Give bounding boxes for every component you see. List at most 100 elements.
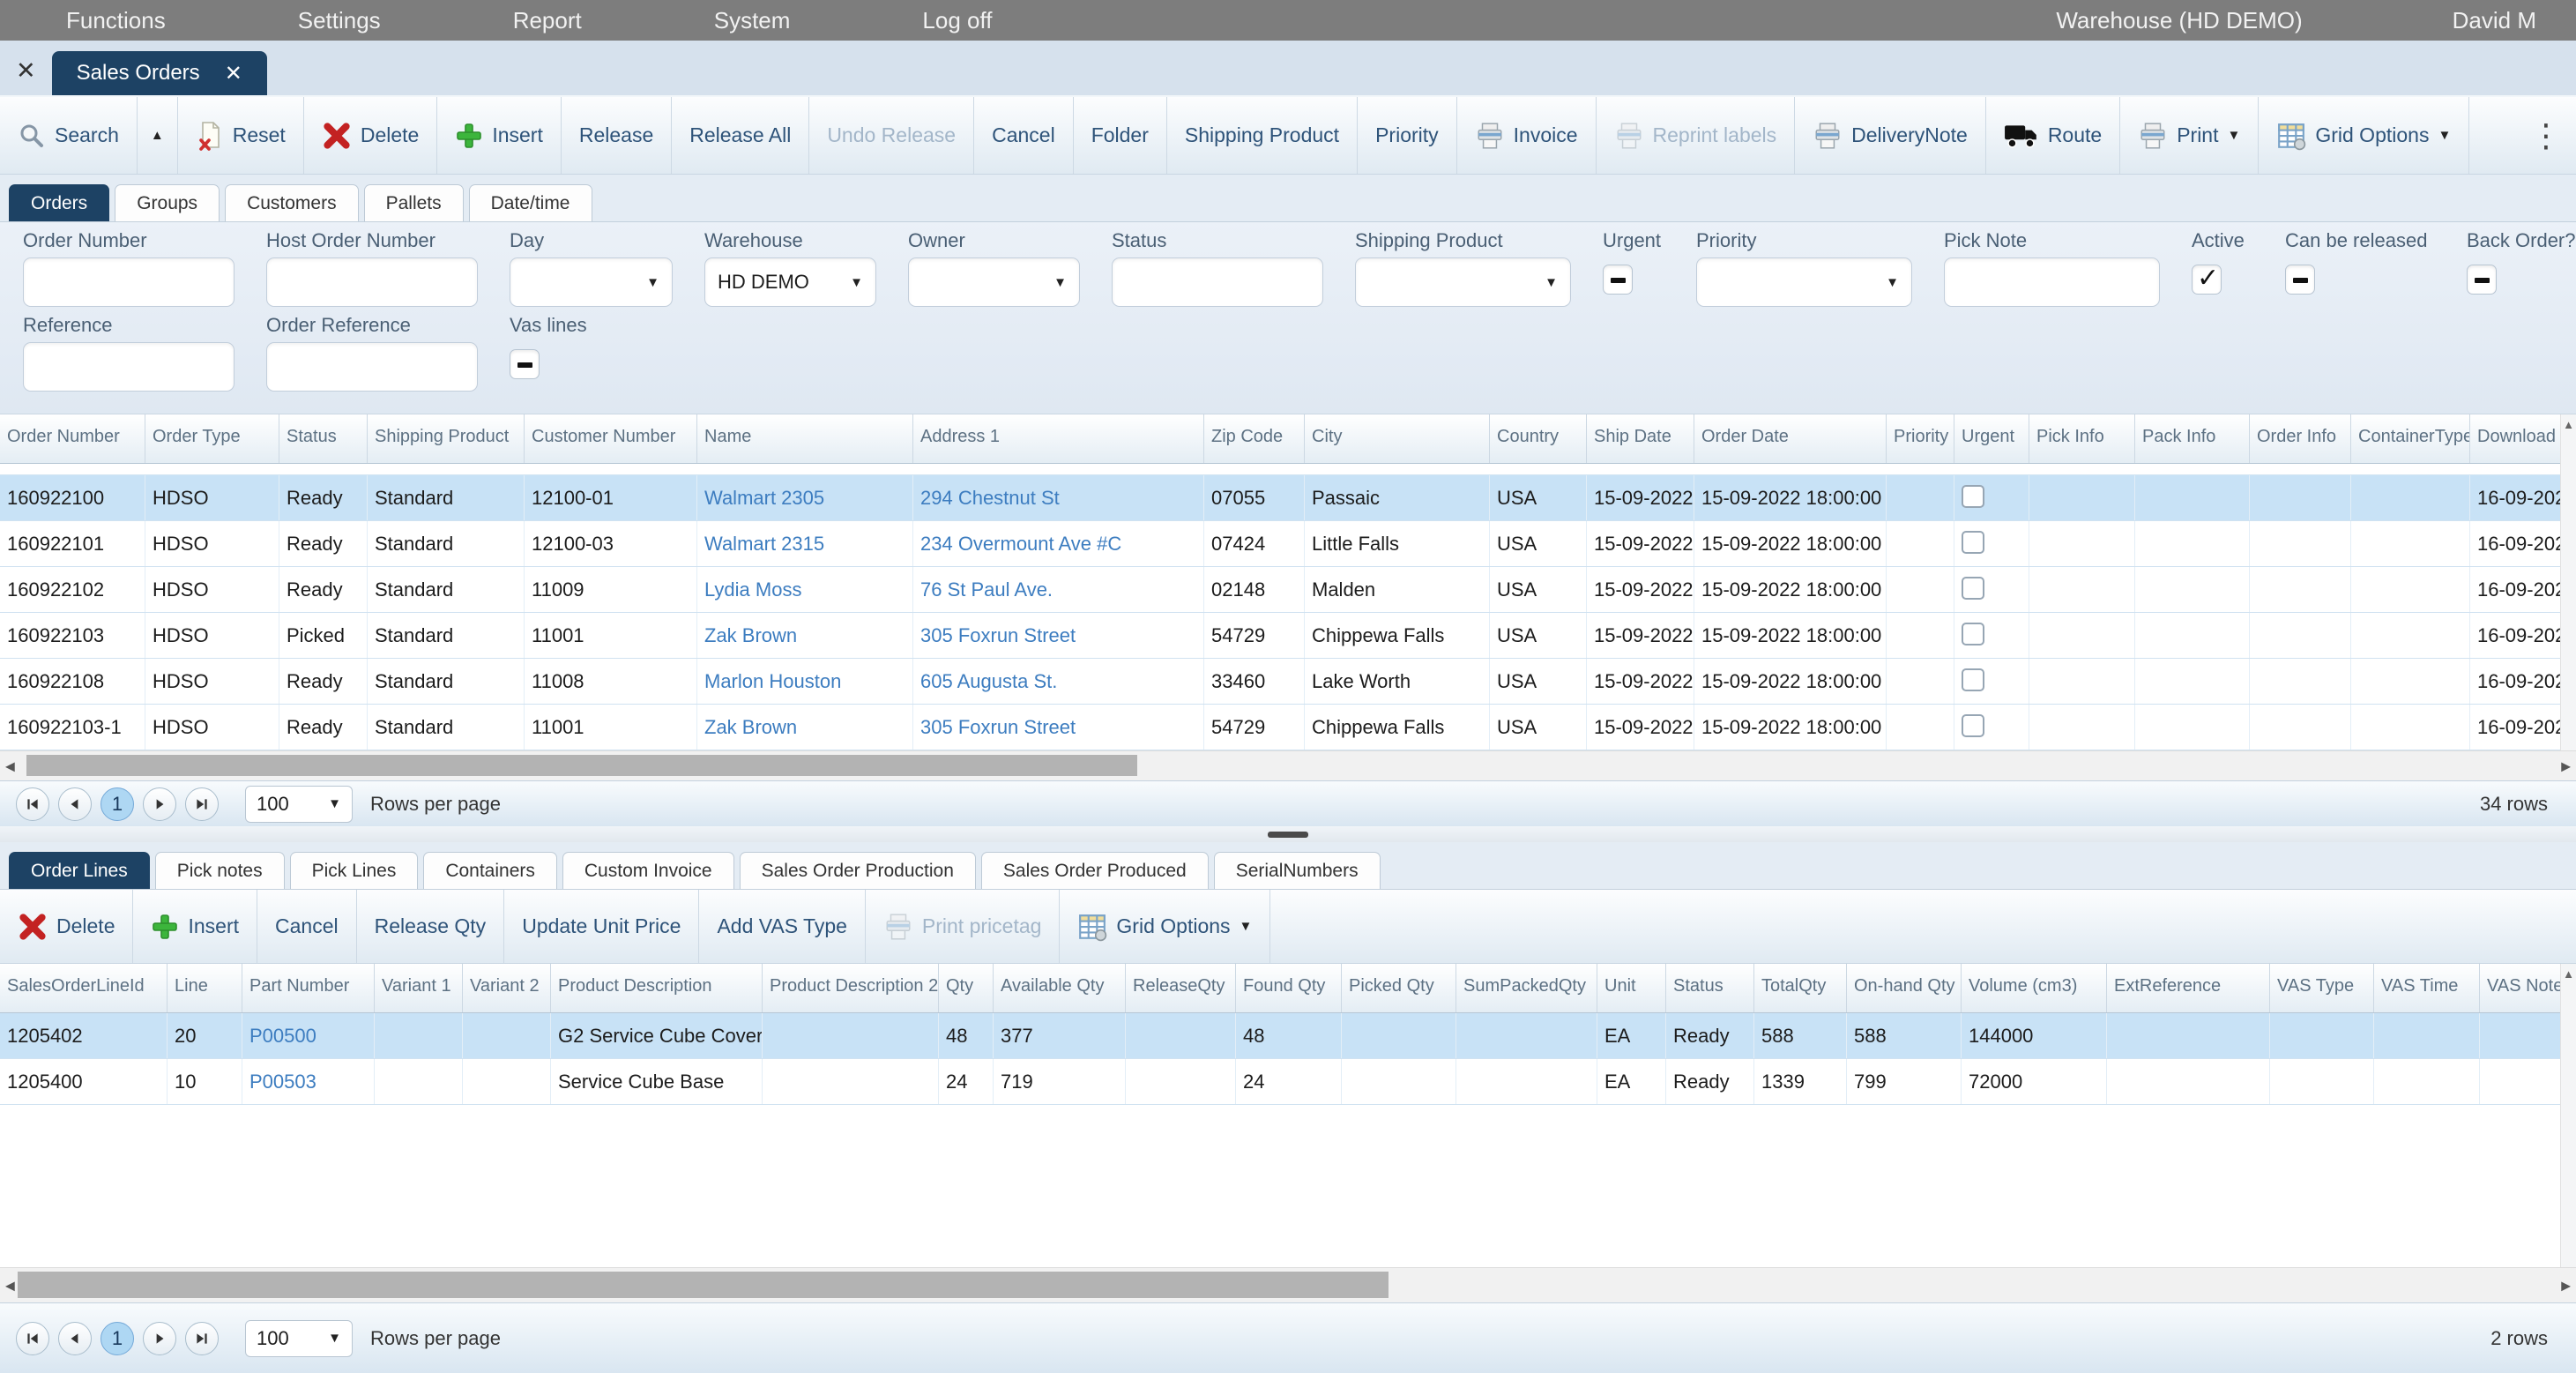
column-header-customer-number[interactable]: Customer Number	[525, 414, 697, 463]
filter-tab-orders[interactable]: Orders	[9, 184, 109, 221]
urgent-checkbox[interactable]	[1962, 623, 1984, 645]
column-header-order-type[interactable]: Order Type	[145, 414, 279, 463]
splitter-handle[interactable]	[1268, 832, 1308, 838]
reset-button[interactable]: Reset	[178, 97, 304, 174]
lines-cancel-button[interactable]: Cancel	[257, 890, 357, 963]
column-header-part-number[interactable]: Part Number	[242, 964, 375, 1012]
cell-name[interactable]: Lydia Moss	[697, 567, 913, 612]
page-size-select[interactable]: 100 ▼	[245, 1320, 353, 1357]
lines-grid-options-button[interactable]: Grid Options▼	[1060, 890, 1270, 963]
filter-input-order-number[interactable]	[23, 257, 235, 307]
filter-input-order-reference[interactable]	[266, 342, 478, 392]
filter-select-shipping-product[interactable]: ▼	[1355, 257, 1571, 307]
column-header-city[interactable]: City	[1305, 414, 1490, 463]
table-row[interactable]: 160922100HDSOReadyStandard12100-01Walmar…	[0, 475, 2576, 521]
print-pricetag-button[interactable]: Print pricetag	[866, 890, 1061, 963]
release-qty-button[interactable]: Release Qty	[357, 890, 505, 963]
column-header-name[interactable]: Name	[697, 414, 913, 463]
urgent-checkbox[interactable]	[1962, 577, 1984, 600]
search-collapse-button[interactable]: ▲	[138, 97, 178, 174]
last-page-button[interactable]	[185, 1322, 219, 1355]
lines-insert-button[interactable]: Insert	[133, 890, 257, 963]
next-page-button[interactable]	[143, 787, 176, 821]
tab-order-lines[interactable]: Order Lines	[9, 852, 150, 889]
first-page-button[interactable]	[16, 787, 49, 821]
table-row[interactable]: 160922102HDSOReadyStandard11009Lydia Mos…	[0, 567, 2576, 613]
column-header-status[interactable]: Status	[279, 414, 368, 463]
cell-name[interactable]: Zak Brown	[697, 613, 913, 658]
scrollbar-thumb[interactable]	[18, 1272, 1389, 1298]
column-header-releaseqty[interactable]: ReleaseQty	[1126, 964, 1236, 1012]
column-header-order-info[interactable]: Order Info	[2250, 414, 2351, 463]
scrollbar-thumb[interactable]	[26, 755, 1137, 776]
column-header-variant-1[interactable]: Variant 1	[375, 964, 463, 1012]
table-row[interactable]: 120540010P00503Service Cube Base2471924E…	[0, 1059, 2576, 1105]
menu-item-report[interactable]: Report	[513, 7, 582, 34]
priority-button[interactable]: Priority	[1358, 97, 1457, 174]
column-header-order-date[interactable]: Order Date	[1694, 414, 1887, 463]
tab-pick-notes[interactable]: Pick notes	[155, 852, 285, 889]
column-header-variant-2[interactable]: Variant 2	[463, 964, 551, 1012]
menu-item-settings[interactable]: Settings	[298, 7, 381, 34]
tab-custom-invoice[interactable]: Custom Invoice	[562, 852, 734, 889]
invoice-button[interactable]: Invoice	[1457, 97, 1597, 174]
urgent-checkbox[interactable]	[1962, 531, 1984, 554]
urgent-checkbox[interactable]	[1962, 714, 1984, 737]
cell-part-number[interactable]: P00500	[242, 1013, 375, 1058]
insert-button[interactable]: Insert	[437, 97, 562, 174]
print-button[interactable]: Print▼	[2120, 97, 2259, 174]
column-header-priority[interactable]: Priority	[1887, 414, 1954, 463]
column-header-country[interactable]: Country	[1490, 414, 1587, 463]
update-unit-price-button[interactable]: Update Unit Price	[504, 890, 699, 963]
horizontal-scrollbar[interactable]: ◀ ▶	[0, 750, 2576, 780]
column-header-vas-type[interactable]: VAS Type	[2270, 964, 2374, 1012]
cell-address-1[interactable]: 294 Chestnut St	[913, 475, 1204, 520]
tab-pick-lines[interactable]: Pick Lines	[290, 852, 419, 889]
route-button[interactable]: Route	[1986, 97, 2120, 174]
table-row[interactable]: 160922103-1HDSOReadyStandard11001Zak Bro…	[0, 705, 2576, 750]
tab-serialnumbers[interactable]: SerialNumbers	[1214, 852, 1381, 889]
vertical-scrollbar[interactable]: ▲	[2560, 414, 2576, 750]
table-row[interactable]: 160922101HDSOReadyStandard12100-03Walmar…	[0, 521, 2576, 567]
toolbar-overflow-icon[interactable]: ⋮	[2530, 120, 2562, 152]
column-header-totalqty[interactable]: TotalQty	[1754, 964, 1847, 1012]
warehouse-indicator[interactable]: Warehouse (HD DEMO)	[2056, 7, 2302, 34]
delete-button[interactable]: Delete	[304, 97, 437, 174]
filter-checkbox-back-order[interactable]	[2467, 265, 2497, 295]
column-header-found-qty[interactable]: Found Qty	[1236, 964, 1342, 1012]
filter-input-pick-note[interactable]	[1944, 257, 2160, 307]
scroll-right-icon[interactable]: ▶	[2561, 1278, 2571, 1293]
scroll-left-icon[interactable]: ◀	[5, 1278, 15, 1293]
cell-part-number[interactable]: P00503	[242, 1059, 375, 1104]
page-size-select[interactable]: 100 ▼	[245, 786, 353, 823]
column-header-address-1[interactable]: Address 1	[913, 414, 1204, 463]
column-header-pack-info[interactable]: Pack Info	[2135, 414, 2250, 463]
menu-item-logoff[interactable]: Log off	[922, 7, 992, 34]
deliverynote-button[interactable]: DeliveryNote	[1795, 97, 1986, 174]
reprint-labels-button[interactable]: Reprint labels	[1597, 97, 1796, 174]
column-header-ship-date[interactable]: Ship Date	[1587, 414, 1694, 463]
filter-tab-pallets[interactable]: Pallets	[364, 184, 464, 221]
tab-sales-order-produced[interactable]: Sales Order Produced	[981, 852, 1209, 889]
current-page[interactable]: 1	[101, 1322, 134, 1355]
column-header-salesorderlineid[interactable]: SalesOrderLineId	[0, 964, 168, 1012]
prev-page-button[interactable]	[58, 787, 92, 821]
column-header-product-description-2[interactable]: Product Description 2	[763, 964, 939, 1012]
search-button[interactable]: Search	[0, 97, 138, 174]
column-header-product-description[interactable]: Product Description	[551, 964, 763, 1012]
column-header-available-qty[interactable]: Available Qty	[994, 964, 1126, 1012]
filter-checkbox-active[interactable]	[2192, 265, 2222, 295]
column-header-containertype[interactable]: ContainerType	[2351, 414, 2470, 463]
column-header-qty[interactable]: Qty	[939, 964, 994, 1012]
column-header-volume-cm3[interactable]: Volume (cm3)	[1962, 964, 2107, 1012]
column-header-shipping-product[interactable]: Shipping Product	[368, 414, 525, 463]
column-header-on-hand-qty[interactable]: On-hand Qty	[1847, 964, 1962, 1012]
tab-sales-orders[interactable]: Sales Orders ✕	[52, 51, 267, 95]
column-header-status[interactable]: Status	[1666, 964, 1754, 1012]
filter-select-priority[interactable]: ▼	[1696, 257, 1912, 307]
column-header-sumpackedqty[interactable]: SumPackedQty	[1456, 964, 1597, 1012]
cell-name[interactable]: Marlon Houston	[697, 659, 913, 704]
vertical-scrollbar[interactable]: ▲	[2560, 964, 2576, 1267]
table-row[interactable]: 160922103HDSOPickedStandard11001Zak Brow…	[0, 613, 2576, 659]
cell-name[interactable]: Walmart 2315	[697, 521, 913, 566]
